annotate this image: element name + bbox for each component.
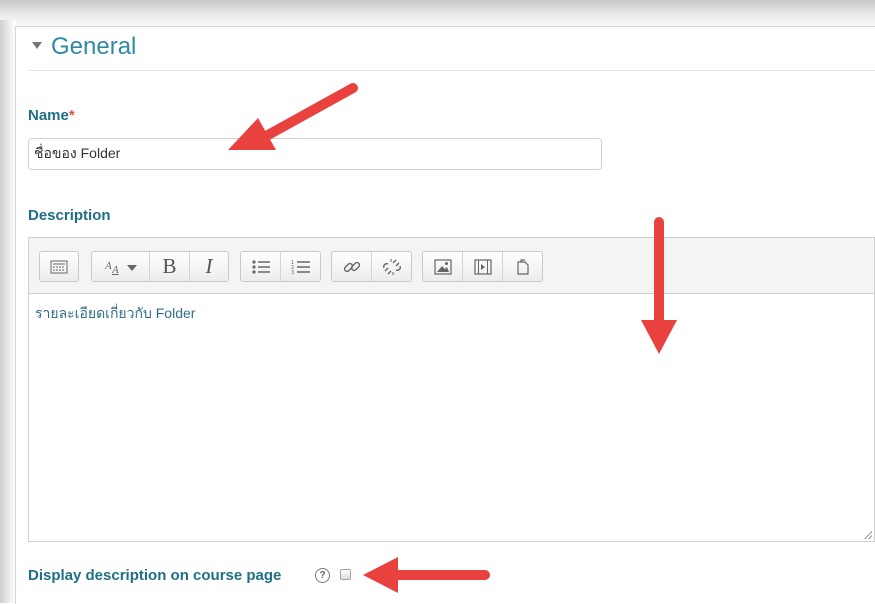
annotation-arrow-name [228,83,358,150]
annotation-arrow-description [641,217,677,354]
annotation-arrows [228,83,677,593]
annotation-arrow-checkbox [363,557,490,593]
